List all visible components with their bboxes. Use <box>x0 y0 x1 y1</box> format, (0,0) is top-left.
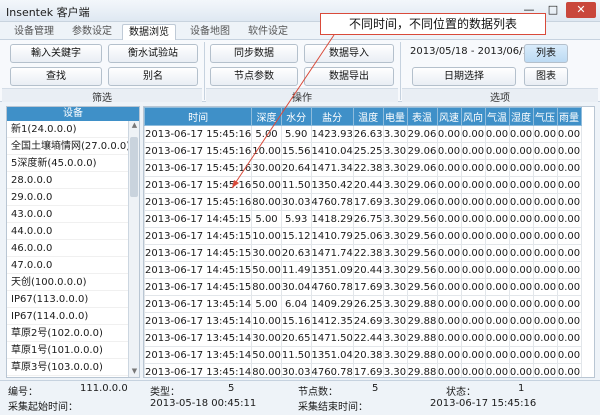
annotation-arrow <box>231 34 335 189</box>
annotation-callout: 不同时间，不同位置的数据列表 <box>320 13 546 35</box>
